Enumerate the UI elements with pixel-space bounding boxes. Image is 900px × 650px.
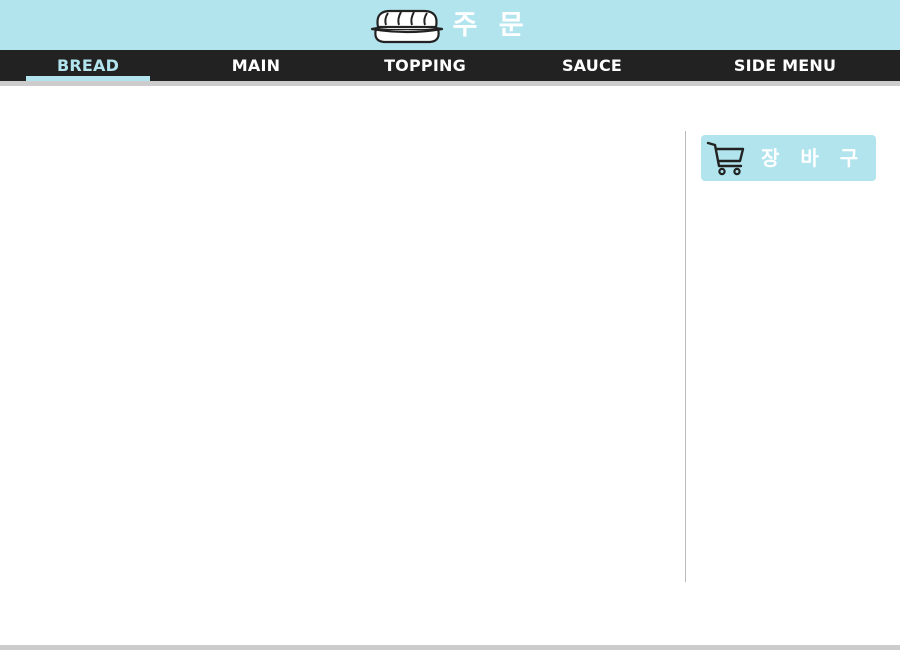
tab-main[interactable]: MAIN [206, 50, 306, 81]
sidebar-divider [685, 131, 686, 582]
tab-topping[interactable]: TOPPING [370, 50, 480, 81]
sub-sandwich-icon [371, 9, 444, 44]
tab-sauce[interactable]: SAUCE [542, 50, 642, 81]
page-title: 주 문 [452, 9, 530, 41]
header-bar: 주 문 [0, 0, 900, 50]
tab-side-menu[interactable]: SIDE MENU [725, 50, 845, 81]
cart-icon [706, 141, 745, 176]
menu-content-area [0, 86, 685, 582]
footer-divider [0, 645, 900, 650]
cart-label: 장 바 구 니 [761, 146, 866, 216]
cart-button[interactable]: 장 바 구 니 [701, 135, 876, 216]
order-screen: 주 문 BREAD MAIN TOPPING SAUCE SIDE MENU 장… [0, 0, 900, 650]
